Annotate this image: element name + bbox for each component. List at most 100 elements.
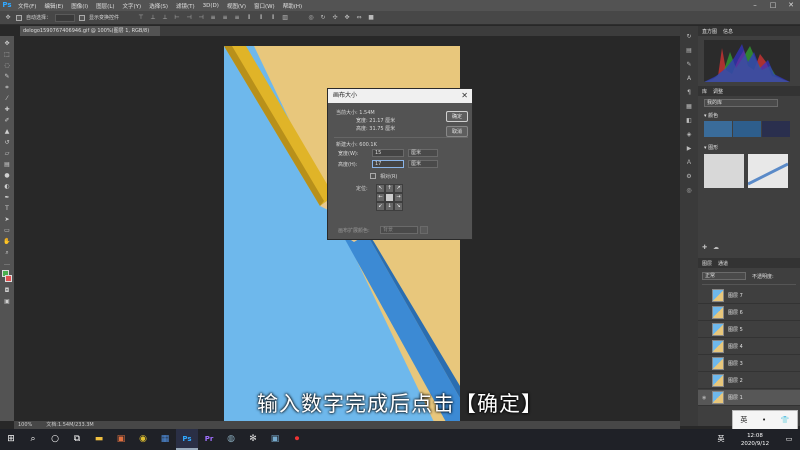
layer-row[interactable]: 图层 7 (698, 288, 800, 304)
styles-icon[interactable]: ◧ (684, 116, 694, 126)
blur-tool-icon[interactable]: ● (2, 171, 12, 180)
tab-library[interactable]: 库 (702, 88, 707, 95)
layer-row[interactable]: 图层 6 (698, 305, 800, 321)
graphic-thumb-2[interactable] (747, 154, 789, 188)
anchor-sw-icon[interactable]: ↙ (377, 203, 384, 210)
clock[interactable]: 12:08 2020/9/12 (732, 432, 778, 448)
character-icon[interactable]: A (684, 74, 694, 84)
notification-icon[interactable]: ▭ (778, 429, 800, 450)
3d-mode-icon[interactable]: ◎ (307, 14, 315, 22)
photoshop-app-icon[interactable]: Ps (176, 429, 198, 450)
more-tools-icon[interactable]: … (2, 259, 12, 268)
properties-icon[interactable]: ▤ (684, 46, 694, 56)
menu-file[interactable]: 文件(F) (14, 2, 40, 10)
ime-skin-icon[interactable]: 👕 (781, 416, 790, 424)
gradient-tool-icon[interactable]: ▤ (2, 160, 12, 169)
close-icon[interactable]: ✕ (461, 89, 468, 103)
distribute-top-icon[interactable]: ≡ (209, 14, 217, 22)
brush-settings-icon[interactable]: ✎ (684, 60, 694, 70)
layer-row[interactable]: 图层 2 (698, 373, 800, 389)
library-select[interactable]: 我的库 (704, 99, 778, 107)
record-app-icon[interactable]: ⏺ (286, 429, 308, 450)
height-input[interactable]: 17 (372, 160, 404, 168)
distribute-bottom-icon[interactable]: ≡ (233, 14, 241, 22)
menu-select[interactable]: 选择(S) (145, 2, 172, 10)
brush-tool-icon[interactable]: ✐ (2, 116, 12, 125)
distribute-middle-icon[interactable]: ≡ (221, 14, 229, 22)
shape-tool-icon[interactable]: ▭ (2, 226, 12, 235)
cinema4d-icon[interactable]: ◍ (220, 429, 242, 450)
cortana-icon[interactable]: ○ (44, 429, 66, 450)
align-left-icon[interactable]: ⊢ (173, 14, 181, 22)
move-tool-icon[interactable]: ✥ (4, 14, 12, 22)
swatches-icon[interactable]: ▦ (684, 102, 694, 112)
file-explorer-icon[interactable]: ▬ (88, 429, 110, 450)
eraser-tool-icon[interactable]: ▱ (2, 149, 12, 158)
show-transform-checkbox[interactable] (79, 14, 86, 21)
history-icon[interactable]: ↻ (684, 32, 694, 42)
history-brush-tool-icon[interactable]: ↺ (2, 138, 12, 147)
paragraph-icon[interactable]: ¶ (684, 88, 694, 98)
menu-type[interactable]: 文字(Y) (119, 2, 146, 10)
graphics-section-label[interactable]: ▾ 图形 (704, 144, 718, 151)
3d-rotate-icon[interactable]: ↻ (319, 14, 327, 22)
menu-edit[interactable]: 编辑(E) (40, 2, 67, 10)
anchor-s-icon[interactable]: ↓ (386, 203, 393, 210)
menu-help[interactable]: 帮助(H) (279, 2, 306, 10)
ext-color-swatch[interactable] (420, 226, 428, 234)
windows-start-icon[interactable]: ⊞ (0, 429, 22, 450)
quick-select-tool-icon[interactable]: ✎ (2, 72, 12, 81)
colors-section-label[interactable]: ▾ 颜色 (704, 112, 718, 119)
lasso-tool-icon[interactable]: ◌ (2, 61, 12, 70)
navigator-icon[interactable]: ◈ (684, 130, 694, 140)
dodge-tool-icon[interactable]: ◐ (2, 182, 12, 191)
close-icon[interactable]: ✕ (782, 0, 800, 11)
relative-checkbox[interactable] (370, 173, 376, 179)
glyphs-icon[interactable]: Ａ (684, 158, 694, 168)
healing-brush-tool-icon[interactable]: ✚ (2, 105, 12, 114)
width-input[interactable]: 15 (372, 149, 404, 157)
add-icon[interactable]: ✚ (702, 244, 707, 251)
app-icon[interactable]: ✻ (242, 429, 264, 450)
width-unit-select[interactable]: 厘米 (408, 149, 438, 157)
blend-mode-select[interactable]: 正常 (702, 272, 746, 280)
ok-button[interactable]: 确定 (446, 111, 468, 122)
menu-view[interactable]: 视图(V) (223, 2, 250, 10)
distribute-right-icon[interactable]: ⦀ (269, 14, 277, 22)
tab-adjustments[interactable]: 调整 (713, 88, 723, 95)
distribute-left-icon[interactable]: ⦀ (245, 14, 253, 22)
tab-layers[interactable]: 图层 (702, 260, 712, 267)
tab-histogram[interactable]: 直方图 (702, 28, 717, 35)
tool-presets-icon[interactable]: ⚙ (684, 172, 694, 182)
layer-row[interactable]: 图层 4 (698, 339, 800, 355)
anchor-ne-icon[interactable]: ↗ (395, 185, 402, 192)
graphic-thumb-1[interactable] (704, 154, 744, 188)
anchor-e-icon[interactable]: → (395, 194, 402, 201)
3d-pan-icon[interactable]: ✥ (343, 14, 351, 22)
anchor-se-icon[interactable]: ↘ (395, 203, 402, 210)
auto-select-dropdown[interactable] (55, 13, 76, 22)
auto-select-checkbox[interactable] (16, 14, 22, 21)
color-swatch-2[interactable] (733, 121, 761, 137)
pen-tool-icon[interactable]: ✒ (2, 193, 12, 202)
align-middle-icon[interactable]: ⊥ (149, 14, 157, 22)
quick-mask-icon[interactable]: ◘ (2, 286, 12, 295)
ime-dot-icon[interactable]: • (762, 416, 766, 424)
pictures-icon[interactable]: ▣ (110, 429, 132, 450)
anchor-w-icon[interactable]: ← (377, 194, 384, 201)
chrome-icon[interactable]: ◉ (132, 429, 154, 450)
layer-row[interactable]: 图层 5 (698, 322, 800, 338)
height-unit-select[interactable]: 厘米 (408, 160, 438, 168)
layer-row[interactable]: 图层 3 (698, 356, 800, 372)
document-tab[interactable]: delogo1590767406946.gif @ 100%(图层 1, RGB… (20, 26, 160, 36)
tab-channels[interactable]: 通道 (718, 260, 728, 267)
move-tool-icon[interactable]: ✥ (2, 39, 12, 48)
align-bottom-icon[interactable]: ⊥ (161, 14, 169, 22)
zoom-level[interactable]: 100% (18, 421, 32, 429)
search-icon[interactable]: ⌕ (22, 429, 44, 450)
color-swatches-icon[interactable] (2, 270, 12, 284)
type-tool-icon[interactable]: T (2, 204, 12, 213)
align-right-icon[interactable]: ⊣ (197, 14, 205, 22)
ime-language[interactable]: 英 (740, 415, 747, 425)
ime-language-tray[interactable]: 英 (710, 429, 732, 450)
